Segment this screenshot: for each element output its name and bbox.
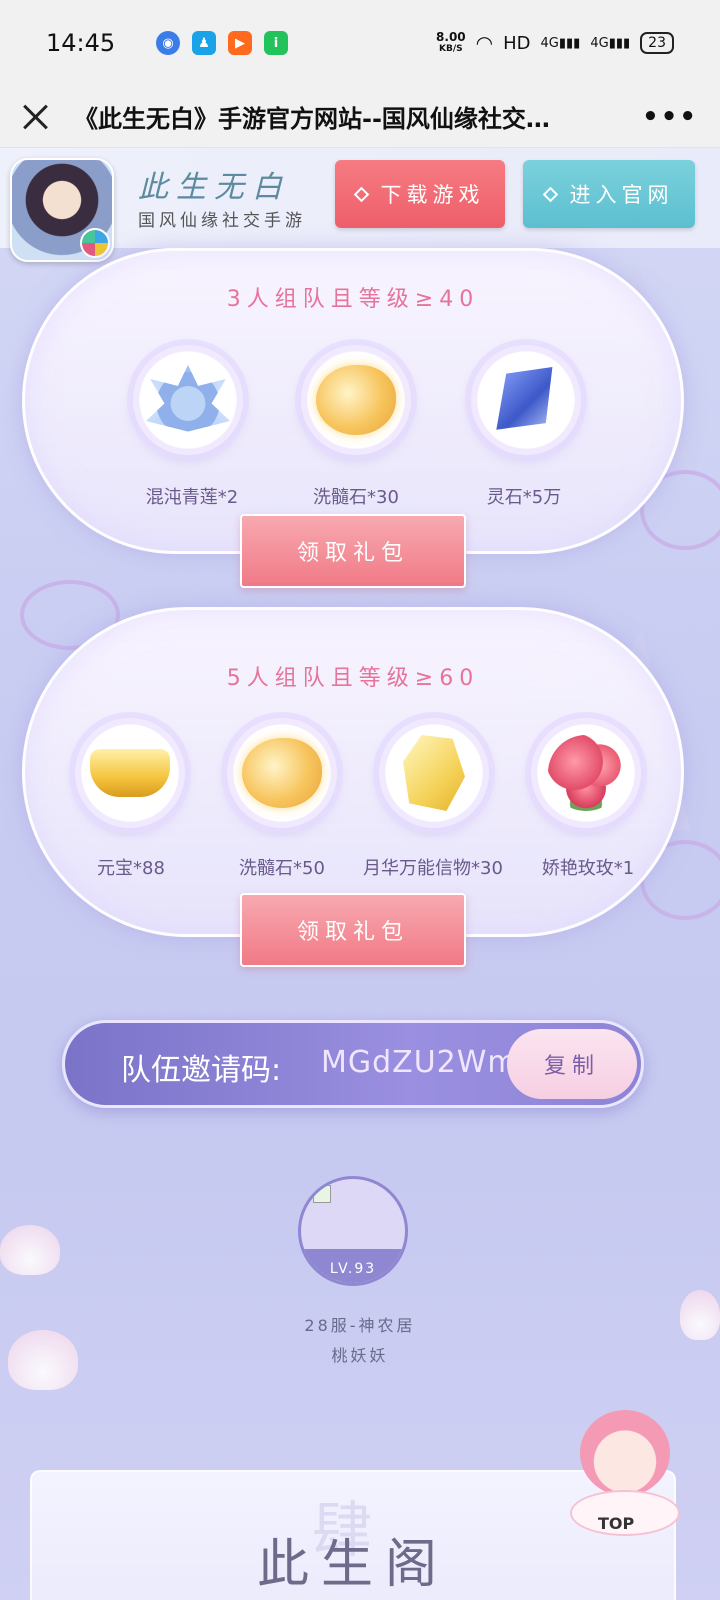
- battery-indicator: 23: [640, 32, 674, 54]
- page-title: 《此生无白》手游官方网站--国风仙缘社交…: [74, 105, 550, 133]
- status-time: 14:45: [46, 29, 116, 57]
- more-options-button[interactable]: •••: [642, 102, 698, 132]
- member-name: 桃妖妖: [331, 1346, 389, 1365]
- claim-gift-button[interactable]: 领取礼包: [240, 893, 466, 967]
- wifi-icon: ◠: [475, 31, 494, 55]
- reward-card-team5: 5人组队且等级≥60 元宝*88 洗髓石*50 月华万能信物*30 娇艳玫玫*1: [22, 607, 684, 937]
- download-game-label: 下载游戏: [380, 183, 485, 207]
- claim-gift-button[interactable]: 领取礼包: [240, 514, 466, 588]
- reward-item-label: 洗髓石*30: [313, 487, 399, 508]
- signal-2: 4G▮▮▮: [590, 35, 631, 51]
- diamond-icon: [353, 186, 369, 202]
- member-avatar[interactable]: LV.93: [298, 1176, 408, 1286]
- crystal-icon: [496, 367, 553, 430]
- reward-item-label: 月华万能信物*30: [363, 858, 503, 879]
- reward-item-label: 元宝*88: [97, 858, 165, 879]
- reward-card-title: 5人组队且等级≥60: [226, 666, 480, 691]
- qq-icon: ♟: [192, 31, 216, 55]
- enter-official-site-button[interactable]: 进入官网: [523, 160, 695, 228]
- hd-label: HD: [503, 32, 531, 54]
- download-game-button[interactable]: 下载游戏: [335, 160, 505, 228]
- member-server: 28服-神农居: [304, 1316, 416, 1335]
- ingot-icon: [90, 749, 170, 797]
- net-speed-value: 8.00: [436, 30, 466, 44]
- status-bar: 14:45 ◉ ♟ ▶ i 8.00 KB/S ◠ HD 4G▮▮▮ 4G▮▮▮…: [0, 0, 720, 86]
- reward-card-team3: 3人组队且等级≥40 混沌青莲*2 洗髓石*30 灵石*5万: [22, 248, 684, 554]
- status-app-icons: ◉ ♟ ▶ i: [156, 31, 288, 55]
- stone-icon: [316, 365, 396, 435]
- reward-card-title: 3人组队且等级≥40: [226, 287, 480, 312]
- game-subtitle: 国风仙缘社交手游: [138, 211, 306, 231]
- browser-toolbar: 《此生无白》手游官方网站--国风仙缘社交… •••: [0, 86, 720, 148]
- reward-item-stone[interactable]: [301, 345, 411, 455]
- reward-item-label: 洗髓石*50: [239, 858, 325, 879]
- lotus-icon: [146, 365, 230, 432]
- reward-item-label: 娇艳玫玫*1: [541, 858, 635, 879]
- net-speed-unit: KB/S: [439, 44, 463, 54]
- game-header: 此生无白 国风仙缘社交手游 下载游戏 进入官网: [0, 148, 720, 262]
- game-name: 此生无白: [138, 170, 290, 205]
- rose-icon: [548, 735, 624, 811]
- net-speed: 8.00 KB/S: [436, 31, 466, 55]
- reward-item-stone[interactable]: [227, 718, 337, 828]
- game-app-icon[interactable]: [10, 158, 114, 262]
- broken-image-icon: [313, 1185, 331, 1203]
- reward-item-lotus[interactable]: [133, 345, 243, 455]
- lotus-decoration: [0, 1225, 60, 1275]
- close-icon[interactable]: [22, 103, 50, 131]
- browser-icon: ◉: [156, 31, 180, 55]
- reward-item-label: 混沌青莲*2: [145, 487, 239, 508]
- reward-item-label: 灵石*5万: [486, 487, 562, 508]
- status-indicators: 8.00 KB/S ◠ HD 4G▮▮▮ 4G▮▮▮ 23: [436, 31, 674, 55]
- reward-item-rose[interactable]: [531, 718, 641, 828]
- signal-2-label: 4G: [590, 35, 609, 51]
- stone-icon: [242, 738, 322, 808]
- signal-1: 4G▮▮▮: [540, 35, 581, 51]
- back-to-top-button[interactable]: TOP: [598, 1514, 634, 1533]
- invite-code-value: MGdZU2Wm: [321, 1045, 518, 1080]
- iqiyi-icon: i: [264, 31, 288, 55]
- mascot-head: [580, 1410, 670, 1496]
- reward-item-gem[interactable]: [379, 718, 489, 828]
- store-badge-icon: [80, 228, 110, 258]
- invite-code-label: 队伍邀请码:: [121, 1053, 282, 1088]
- reward-item-crystal[interactable]: [471, 345, 581, 455]
- gem-icon: [403, 735, 465, 811]
- invite-code-bar: 队伍邀请码: MGdZU2Wm 复制: [62, 1020, 644, 1108]
- kuaishou-icon: ▶: [228, 31, 252, 55]
- reward-item-ingot[interactable]: [75, 718, 185, 828]
- diamond-icon: [542, 186, 558, 202]
- signal-1-label: 4G: [540, 35, 559, 51]
- member-level: LV.93: [329, 1261, 377, 1277]
- copy-button[interactable]: 复制: [507, 1029, 637, 1099]
- enter-official-site-label: 进入官网: [569, 183, 674, 207]
